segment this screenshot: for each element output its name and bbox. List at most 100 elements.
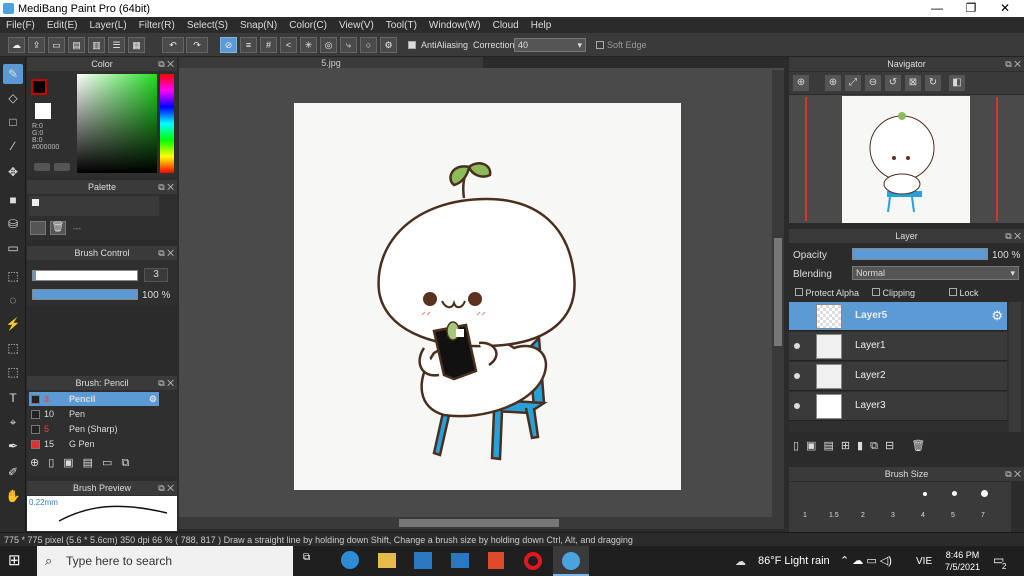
curve-snap-icon[interactable]: ⤷ xyxy=(340,37,357,53)
menu-window[interactable]: Window(W) xyxy=(423,20,487,31)
menu-layer[interactable]: Layer(L) xyxy=(83,20,132,31)
upload-icon[interactable]: ⇪ xyxy=(28,37,45,53)
dot-tool-icon[interactable]: □ xyxy=(3,112,23,132)
minimize-icon[interactable]: — xyxy=(920,0,954,17)
brush-item-pen[interactable]: 10 Pen xyxy=(29,407,159,421)
layer-scrollbar[interactable] xyxy=(1009,302,1021,432)
panel-close-icon[interactable]: ⧉ ✕ xyxy=(158,57,174,71)
panel-close-icon[interactable]: ⧉ ✕ xyxy=(158,180,174,194)
saturation-value-picker[interactable] xyxy=(77,74,157,173)
windows-start-icon[interactable]: ⊞ xyxy=(8,552,26,570)
layer-row[interactable]: Layer1 xyxy=(789,332,1007,361)
panel-close-icon[interactable]: ⧉ ✕ xyxy=(1005,467,1021,481)
navigator-view[interactable] xyxy=(789,95,1024,223)
hue-slider[interactable] xyxy=(160,74,174,173)
brush-opacity-slider[interactable] xyxy=(32,289,138,300)
select-rect-icon[interactable]: ⬚ xyxy=(3,266,23,286)
brush-actions[interactable]: ⊕▯▣▤▭⧉ xyxy=(30,456,150,472)
weather-icon[interactable]: ☁ xyxy=(735,555,746,568)
zoom-out-icon[interactable]: ⊖ xyxy=(865,75,881,91)
file-explorer-icon[interactable] xyxy=(378,553,396,568)
eyedropper-tool-icon[interactable]: ✒ xyxy=(3,436,23,456)
rotate-left-icon[interactable]: ↺ xyxy=(885,75,901,91)
radial-snap-icon[interactable]: ✳ xyxy=(300,37,317,53)
divide-tool-icon[interactable]: ⌖ xyxy=(3,412,23,432)
blending-select[interactable]: Normal ▾ xyxy=(852,266,1019,280)
brush-item-g-pen[interactable]: 15 G Pen xyxy=(29,437,159,451)
layer-row[interactable]: Layer5 ⚙ xyxy=(789,302,1007,331)
task-view-icon[interactable]: ⧉ xyxy=(303,552,319,570)
office-icon[interactable] xyxy=(488,552,504,569)
cloud-icon[interactable]: ☁ xyxy=(8,37,25,53)
palette-swatches[interactable] xyxy=(29,196,159,216)
panel-close-icon[interactable]: ⧉ ✕ xyxy=(158,481,174,495)
close-icon[interactable]: ✕ xyxy=(988,0,1022,17)
menu-help[interactable]: Help xyxy=(525,20,558,31)
brush-size-value[interactable]: 3 xyxy=(144,268,168,282)
menu-color[interactable]: Color(C) xyxy=(283,20,333,31)
eraser-tool-icon[interactable]: ◇ xyxy=(3,88,23,108)
edge-icon[interactable] xyxy=(341,551,359,569)
menu-cloud[interactable]: Cloud xyxy=(487,20,525,31)
antialiasing-checkbox[interactable] xyxy=(408,41,416,52)
cross-snap-icon[interactable]: # xyxy=(260,37,277,53)
select-pen-icon[interactable]: ⬚ xyxy=(3,338,23,358)
page-icon[interactable]: ▥ xyxy=(88,37,105,53)
visibility-icon[interactable] xyxy=(794,343,800,349)
panel-close-icon[interactable]: ⧉ ✕ xyxy=(158,246,174,260)
gear-icon[interactable]: ⚙ xyxy=(991,308,1003,324)
fill-rect-icon[interactable]: ■ xyxy=(3,190,23,210)
maximize-icon[interactable]: ❐ xyxy=(954,0,988,17)
vertical-scrollbar[interactable] xyxy=(772,70,784,518)
menu-snap[interactable]: Snap(N) xyxy=(234,20,283,31)
menu-file[interactable]: File(F) xyxy=(0,20,41,31)
palette-swatch[interactable] xyxy=(32,199,39,206)
fit-icon[interactable]: ⤢ xyxy=(845,75,861,91)
lasso-tool-icon[interactable]: ◌ xyxy=(3,290,23,310)
brush-size-grid[interactable]: 1 1.5 2 3 4 5 7 xyxy=(789,482,1011,532)
language-indicator[interactable]: VIE xyxy=(916,556,932,567)
snap-off-icon[interactable]: ⊘ xyxy=(220,37,237,53)
line-tool-icon[interactable]: ∕ xyxy=(3,136,23,156)
add-palette-icon[interactable] xyxy=(30,221,46,235)
grid-icon[interactable]: ▦ xyxy=(128,37,145,53)
smudge-tool-icon[interactable]: ✐ xyxy=(3,462,23,482)
parallel-snap-icon[interactable]: ≡ xyxy=(240,37,257,53)
protect-alpha-checkbox[interactable]: Protect Alpha xyxy=(795,288,859,298)
redo-icon[interactable]: ↷ xyxy=(186,37,208,53)
move-tool-icon[interactable]: ✥ xyxy=(3,162,23,182)
panel-close-icon[interactable]: ⧉ ✕ xyxy=(1005,229,1021,243)
lock-checkbox[interactable]: Lock xyxy=(949,288,979,298)
mail-icon[interactable] xyxy=(451,553,469,568)
circle-snap-icon[interactable]: ◎ xyxy=(320,37,337,53)
layer-actions[interactable]: ▯▣▤⊞▮⧉⊟ 🗑 xyxy=(793,439,973,455)
foreground-color-swatch[interactable] xyxy=(31,79,47,95)
scrollbar-thumb[interactable] xyxy=(399,519,559,527)
color-dropper-button[interactable] xyxy=(54,163,70,171)
layer-opacity-slider[interactable] xyxy=(852,248,988,260)
panel-close-icon[interactable]: ⧉ ✕ xyxy=(1005,57,1021,71)
taskbar-search[interactable]: ⌕ Type here to search xyxy=(37,546,293,576)
zoom-in-icon[interactable]: ⊕ xyxy=(793,75,809,91)
panel-close-icon[interactable]: ⧉ ✕ xyxy=(158,376,174,390)
list-icon[interactable]: ☰ xyxy=(108,37,125,53)
bucket-tool-icon[interactable]: ⛁ xyxy=(3,214,23,234)
reset-icon[interactable]: ⊠ xyxy=(905,75,921,91)
menu-edit[interactable]: Edit(E) xyxy=(41,20,84,31)
ellipse-snap-icon[interactable]: ○ xyxy=(360,37,377,53)
visibility-icon[interactable] xyxy=(794,403,800,409)
tray-icons[interactable]: ⌃ ☁ ▭ ◁) xyxy=(840,554,892,567)
zoom-in-icon[interactable]: ⊕ xyxy=(825,75,841,91)
undo-icon[interactable]: ↶ xyxy=(162,37,184,53)
brush-size-slider[interactable] xyxy=(32,270,138,281)
transparent-swatch[interactable] xyxy=(35,103,51,119)
rotate-right-icon[interactable]: ↻ xyxy=(925,75,941,91)
magic-wand-icon[interactable]: ⚡ xyxy=(3,314,23,334)
correction-select[interactable]: 40 ▾ xyxy=(514,38,586,52)
soft-edge-checkbox[interactable] xyxy=(596,41,604,52)
opera-icon[interactable] xyxy=(524,552,542,570)
clock[interactable]: 8:46 PM 7/5/2021 xyxy=(940,549,985,573)
hand-tool-icon[interactable]: ✋ xyxy=(3,486,23,506)
drawing-paper[interactable] xyxy=(294,103,681,490)
layer-row[interactable]: Layer3 xyxy=(789,392,1007,421)
